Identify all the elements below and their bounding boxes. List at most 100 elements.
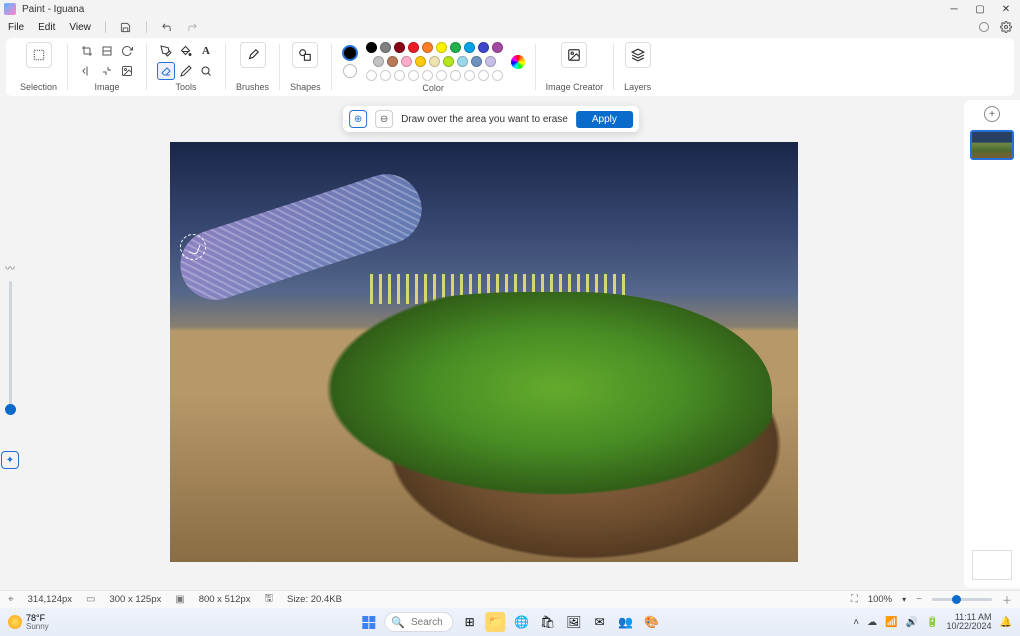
brush-subtract-mode[interactable]: ⊖	[375, 110, 393, 128]
image-creator-button[interactable]	[561, 42, 587, 68]
task-view-icon[interactable]: ⊞	[460, 612, 480, 632]
group-label: Color	[422, 83, 444, 93]
layers-button[interactable]	[625, 42, 651, 68]
color-swatch[interactable]	[443, 56, 454, 67]
menu-edit[interactable]: Edit	[38, 22, 55, 33]
battery-icon[interactable]: 🔋	[926, 617, 938, 628]
select-tool[interactable]	[26, 42, 52, 68]
color-swatch[interactable]	[450, 42, 461, 53]
text-icon[interactable]: A	[197, 42, 215, 60]
custom-color-slot[interactable]	[380, 70, 391, 81]
redo-icon[interactable]	[187, 21, 199, 33]
magnifier-icon[interactable]	[197, 62, 215, 80]
shapes-tool[interactable]	[292, 42, 318, 68]
close-button[interactable]: ✕	[1000, 4, 1012, 15]
settings-gear-icon[interactable]	[1000, 21, 1012, 33]
remove-bg-icon[interactable]	[118, 62, 136, 80]
generative-erase-button[interactable]: ✦	[1, 451, 19, 469]
apply-button[interactable]: Apply	[576, 111, 633, 128]
color-swatch[interactable]	[478, 42, 489, 53]
color-swatch[interactable]	[401, 56, 412, 67]
eraser-icon[interactable]	[157, 62, 175, 80]
file-size-icon: 🖫	[264, 591, 273, 608]
color-swatch[interactable]	[415, 56, 426, 67]
primary-color[interactable]	[342, 45, 358, 61]
taskbar-search[interactable]: 🔍 Search	[384, 612, 453, 632]
copilot-icon[interactable]	[978, 21, 990, 33]
mail-icon[interactable]: ✉	[590, 612, 610, 632]
eyedropper-icon[interactable]	[177, 62, 195, 80]
start-button[interactable]	[358, 612, 378, 632]
custom-color-slot[interactable]	[366, 70, 377, 81]
work-area: 〰 ✦ ⊕ ⊖ Draw over the area you want to e…	[0, 98, 1020, 590]
color-swatch[interactable]	[429, 56, 440, 67]
color-swatch[interactable]	[380, 42, 391, 53]
color-swatch[interactable]	[373, 56, 384, 67]
color-swatch[interactable]	[464, 42, 475, 53]
custom-color-slot[interactable]	[408, 70, 419, 81]
group-layers: Layers	[616, 40, 659, 94]
menu-view[interactable]: View	[69, 22, 91, 33]
save-icon[interactable]	[120, 21, 132, 33]
add-layer-button[interactable]: +	[984, 106, 1000, 122]
wifi-icon[interactable]: 📶	[885, 617, 897, 628]
background-layer-thumbnail[interactable]	[972, 550, 1012, 580]
edge-icon[interactable]: 🌐	[512, 612, 532, 632]
minimize-button[interactable]: ─	[948, 4, 960, 15]
weather-widget[interactable]: 78°F Sunny	[8, 614, 49, 631]
iguana-image	[232, 292, 772, 512]
custom-color-slot[interactable]	[436, 70, 447, 81]
custom-color-slot[interactable]	[464, 70, 475, 81]
menu-file[interactable]: File	[8, 22, 24, 33]
zoom-out-icon[interactable]: −	[916, 594, 922, 605]
brush-tool[interactable]	[240, 42, 266, 68]
edit-colors-icon[interactable]	[511, 55, 525, 69]
color-swatch[interactable]	[387, 56, 398, 67]
custom-color-slot[interactable]	[450, 70, 461, 81]
custom-color-slot[interactable]	[492, 70, 503, 81]
secondary-color[interactable]	[343, 64, 357, 78]
explorer-icon[interactable]: 📁	[486, 612, 506, 632]
store-icon[interactable]: 🛍	[538, 612, 558, 632]
color-swatch[interactable]	[394, 42, 405, 53]
color-swatch[interactable]	[408, 42, 419, 53]
invert-icon[interactable]	[98, 62, 116, 80]
color-swatch[interactable]	[422, 42, 433, 53]
separator	[105, 21, 106, 33]
volume-icon[interactable]: 🔊	[906, 617, 918, 628]
color-swatch[interactable]	[471, 56, 482, 67]
group-label: Tools	[176, 82, 197, 92]
paint-taskbar-icon[interactable]: 🎨	[642, 612, 662, 632]
pencil-icon[interactable]	[157, 42, 175, 60]
custom-color-slot[interactable]	[478, 70, 489, 81]
color-swatch[interactable]	[485, 56, 496, 67]
fit-screen-icon[interactable]: ⛶	[851, 594, 858, 605]
rotate-icon[interactable]	[118, 42, 136, 60]
photos-icon[interactable]: 🖼	[564, 612, 584, 632]
zoom-in-icon[interactable]: ＋	[1002, 592, 1012, 607]
canvas[interactable]	[170, 142, 798, 562]
resize-icon[interactable]	[98, 42, 116, 60]
color-swatch[interactable]	[492, 42, 503, 53]
flip-icon[interactable]	[78, 62, 96, 80]
brush-size-slider[interactable]	[9, 281, 12, 411]
teams-icon[interactable]: 👥	[616, 612, 636, 632]
selection-size: 300 x 125px	[109, 594, 161, 605]
color-swatch[interactable]	[366, 42, 377, 53]
zoom-dropdown-icon[interactable]: ▾	[902, 595, 906, 604]
layer-thumbnail[interactable]	[970, 130, 1014, 160]
maximize-button[interactable]: ▢	[974, 4, 986, 15]
brush-add-mode[interactable]: ⊕	[349, 110, 367, 128]
notifications-icon[interactable]: 🔔	[1000, 617, 1012, 628]
color-swatch[interactable]	[436, 42, 447, 53]
clock[interactable]: 11:11 AM 10/22/2024	[947, 613, 992, 631]
crop-icon[interactable]	[78, 42, 96, 60]
fill-icon[interactable]	[177, 42, 195, 60]
custom-color-slot[interactable]	[394, 70, 405, 81]
undo-icon[interactable]	[161, 21, 173, 33]
onedrive-icon[interactable]: ☁	[867, 617, 877, 628]
zoom-slider[interactable]	[932, 598, 992, 601]
custom-color-slot[interactable]	[422, 70, 433, 81]
color-swatch[interactable]	[457, 56, 468, 67]
tray-chevron-icon[interactable]: ˄	[853, 617, 859, 628]
